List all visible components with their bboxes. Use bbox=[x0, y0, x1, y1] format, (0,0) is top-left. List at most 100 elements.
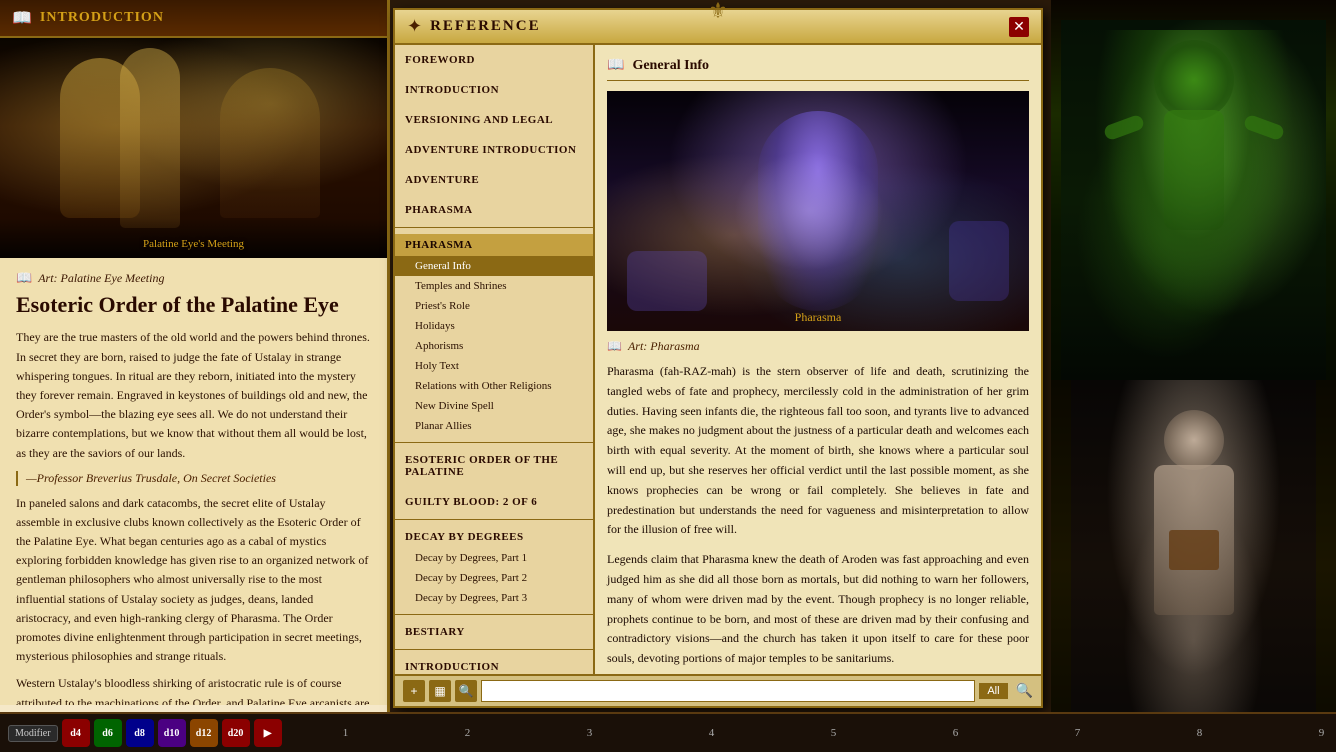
modifier-badge[interactable]: Modifier bbox=[8, 725, 58, 742]
toc-item-new-spell[interactable]: New Divine Spell bbox=[395, 396, 593, 416]
ref-paragraph-2: Legends claim that Pharasma knew the dea… bbox=[607, 550, 1029, 669]
toc-header-foreword[interactable]: FOREWORD bbox=[395, 49, 593, 71]
toc-section-pharasma1: PHARASMA bbox=[395, 195, 593, 225]
reference-window: ⚜ ✦ Reference ✕ FOREWORD INTRODUCTION VE… bbox=[393, 8, 1043, 708]
toc-item-holy-text[interactable]: Holy Text bbox=[395, 356, 593, 376]
taskbar-num-8: 8 bbox=[1140, 727, 1260, 739]
toc-header-guilty[interactable]: GUILTY BLOOD: 2 OF 6 bbox=[395, 491, 593, 513]
toc-section-adventure-intro: ADVENTURE INTRODUCTION bbox=[395, 135, 593, 165]
die-d4[interactable]: d4 bbox=[62, 719, 90, 747]
ref-all-button[interactable]: All bbox=[979, 683, 1007, 699]
article-title: Esoteric Order of the Palatine Eye bbox=[16, 292, 371, 318]
article-image-figures bbox=[0, 38, 387, 258]
ref-art-label-text: Art: Pharasma bbox=[628, 339, 700, 354]
toc-section-intro2: INTRODUCTION Introduction Doom between D… bbox=[395, 652, 593, 674]
toc-item-decay1[interactable]: Decay by Degrees, Part 1 bbox=[395, 548, 593, 568]
toc-section-foreword: FOREWORD bbox=[395, 45, 593, 75]
creature-silhouette-top bbox=[1094, 30, 1294, 330]
toc-item-relations[interactable]: Relations with Other Religions bbox=[395, 376, 593, 396]
ref-art-icon: 📖 bbox=[607, 339, 622, 354]
ref-title-text: Reference bbox=[430, 18, 541, 35]
toc-item-general-info[interactable]: General Info bbox=[395, 256, 593, 276]
ref-close-button[interactable]: ✕ bbox=[1009, 17, 1029, 37]
toc-section-guilty: GUILTY BLOOD: 2 OF 6 bbox=[395, 487, 593, 517]
toc-header-esoteric[interactable]: ESOTERIC ORDER OF THE PALATINE bbox=[395, 449, 593, 483]
toc-item-planar[interactable]: Planar Allies bbox=[395, 416, 593, 436]
toc-header-intro2[interactable]: INTRODUCTION bbox=[395, 656, 593, 674]
ref-section-title: General Info bbox=[632, 58, 709, 74]
toc-section-esoteric: ESOTERIC ORDER OF THE PALATINE bbox=[395, 445, 593, 487]
toc-section-decay: DECAY BY DEGREES Decay by Degrees, Part … bbox=[395, 522, 593, 612]
taskbar-num-2: 2 bbox=[408, 727, 528, 739]
ref-paragraph-1: Pharasma (fah-RAZ-mah) is the stern obse… bbox=[607, 362, 1029, 540]
die-d12[interactable]: d12 bbox=[190, 719, 218, 747]
toc-header-adventure-intro[interactable]: ADVENTURE INTRODUCTION bbox=[395, 139, 593, 161]
die-d6[interactable]: d6 bbox=[94, 719, 122, 747]
toc-section-adventure: ADVENTURE bbox=[395, 165, 593, 195]
ref-search-button[interactable]: 🔍 bbox=[455, 680, 477, 702]
toc-item-aphorisms[interactable]: Aphorisms bbox=[395, 336, 593, 356]
ref-main-image: Pharasma bbox=[607, 91, 1029, 331]
art-icon: 📖 bbox=[16, 270, 32, 286]
toc-divider-5 bbox=[395, 649, 593, 650]
taskbar-num-7: 7 bbox=[1018, 727, 1138, 739]
article-image-caption: Palatine Eye's Meeting bbox=[0, 238, 387, 250]
toc-section-versioning: VERSIONING AND LEGAL bbox=[395, 105, 593, 135]
article-paragraph-1: They are the true masters of the old wor… bbox=[16, 328, 371, 462]
art-label-text: Art: Palatine Eye Meeting bbox=[38, 271, 164, 286]
taskbar: Modifier d4 d6 d8 d10 d12 d20 ▶ 1 2 3 4 … bbox=[0, 712, 1336, 752]
toc-header-introduction[interactable]: INTRODUCTION bbox=[395, 79, 593, 101]
ref-art-label: 📖 Art: Pharasma bbox=[607, 339, 1029, 354]
ref-grid-button[interactable]: ▦ bbox=[429, 680, 451, 702]
toc-sidebar: FOREWORD INTRODUCTION VERSIONING AND LEG… bbox=[395, 45, 595, 674]
toc-header-pharasma1[interactable]: PHARASMA bbox=[395, 199, 593, 221]
right-decorative-panel bbox=[1051, 0, 1336, 752]
toc-divider-3 bbox=[395, 519, 593, 520]
ref-search-input[interactable] bbox=[481, 680, 975, 702]
ref-body: FOREWORD INTRODUCTION VERSIONING AND LEG… bbox=[395, 45, 1041, 674]
toc-item-decay3[interactable]: Decay by Degrees, Part 3 bbox=[395, 588, 593, 608]
left-panel-title: Introduction bbox=[40, 10, 164, 26]
die-arrow[interactable]: ▶ bbox=[254, 719, 282, 747]
right-figure-top bbox=[1051, 0, 1336, 380]
taskbar-numbers: 1 2 3 4 5 6 7 8 9 bbox=[286, 727, 1336, 739]
taskbar-num-9: 9 bbox=[1262, 727, 1336, 739]
article-image: Palatine Eye's Meeting bbox=[0, 38, 387, 258]
article-quote: —Professor Breverius Trusdale, On Secret… bbox=[16, 471, 371, 486]
ref-ornament: ⚜ bbox=[708, 0, 728, 24]
article-body: 📖 Art: Palatine Eye Meeting Esoteric Ord… bbox=[0, 258, 387, 705]
toc-item-decay2[interactable]: Decay by Degrees, Part 2 bbox=[395, 568, 593, 588]
die-d20[interactable]: d20 bbox=[222, 719, 250, 747]
toc-section-introduction: INTRODUCTION bbox=[395, 75, 593, 105]
dice-area: d4 d6 d8 d10 d12 d20 ▶ bbox=[62, 719, 282, 747]
toc-header-pharasma2[interactable]: PHARASMA bbox=[395, 234, 593, 256]
toc-header-versioning[interactable]: VERSIONING AND LEGAL bbox=[395, 109, 593, 131]
toc-divider-2 bbox=[395, 442, 593, 443]
left-content: Palatine Eye's Meeting 📖 Art: Palatine E… bbox=[0, 38, 387, 705]
ref-image-caption: Pharasma bbox=[795, 310, 842, 325]
article-paragraph-3: Western Ustalay's bloodless shirking of … bbox=[16, 674, 371, 705]
article-paragraph-2: In paneled salons and dark catacombs, th… bbox=[16, 494, 371, 667]
toc-item-temples[interactable]: Temples and Shrines bbox=[395, 276, 593, 296]
die-d8[interactable]: d8 bbox=[126, 719, 154, 747]
taskbar-num-1: 1 bbox=[286, 727, 406, 739]
toc-divider-1 bbox=[395, 227, 593, 228]
toc-item-priests[interactable]: Priest's Role bbox=[395, 296, 593, 316]
ref-search-icon: 🔍 bbox=[1016, 683, 1033, 700]
ref-title-icon: ✦ bbox=[407, 16, 422, 37]
taskbar-num-6: 6 bbox=[896, 727, 1016, 739]
left-panel-header: 📖 Introduction bbox=[0, 0, 387, 38]
taskbar-num-3: 3 bbox=[530, 727, 650, 739]
toc-header-decay[interactable]: DECAY BY DEGREES bbox=[395, 526, 593, 548]
toc-item-holidays[interactable]: Holidays bbox=[395, 316, 593, 336]
left-panel: 📖 Introduction Palatine Eye's Meeting 📖 … bbox=[0, 0, 390, 712]
die-d10[interactable]: d10 bbox=[158, 719, 186, 747]
ref-add-button[interactable]: + bbox=[403, 680, 425, 702]
ref-toolbar: + ▦ 🔍 All 🔍 bbox=[395, 674, 1041, 706]
toc-divider-4 bbox=[395, 614, 593, 615]
toc-header-bestiary[interactable]: BESTIARY bbox=[395, 621, 593, 643]
art-label: 📖 Art: Palatine Eye Meeting bbox=[16, 270, 371, 286]
ref-image-bg bbox=[607, 91, 1029, 331]
toc-section-pharasma2: PHARASMA General Info Temples and Shrine… bbox=[395, 230, 593, 440]
toc-header-adventure[interactable]: ADVENTURE bbox=[395, 169, 593, 191]
